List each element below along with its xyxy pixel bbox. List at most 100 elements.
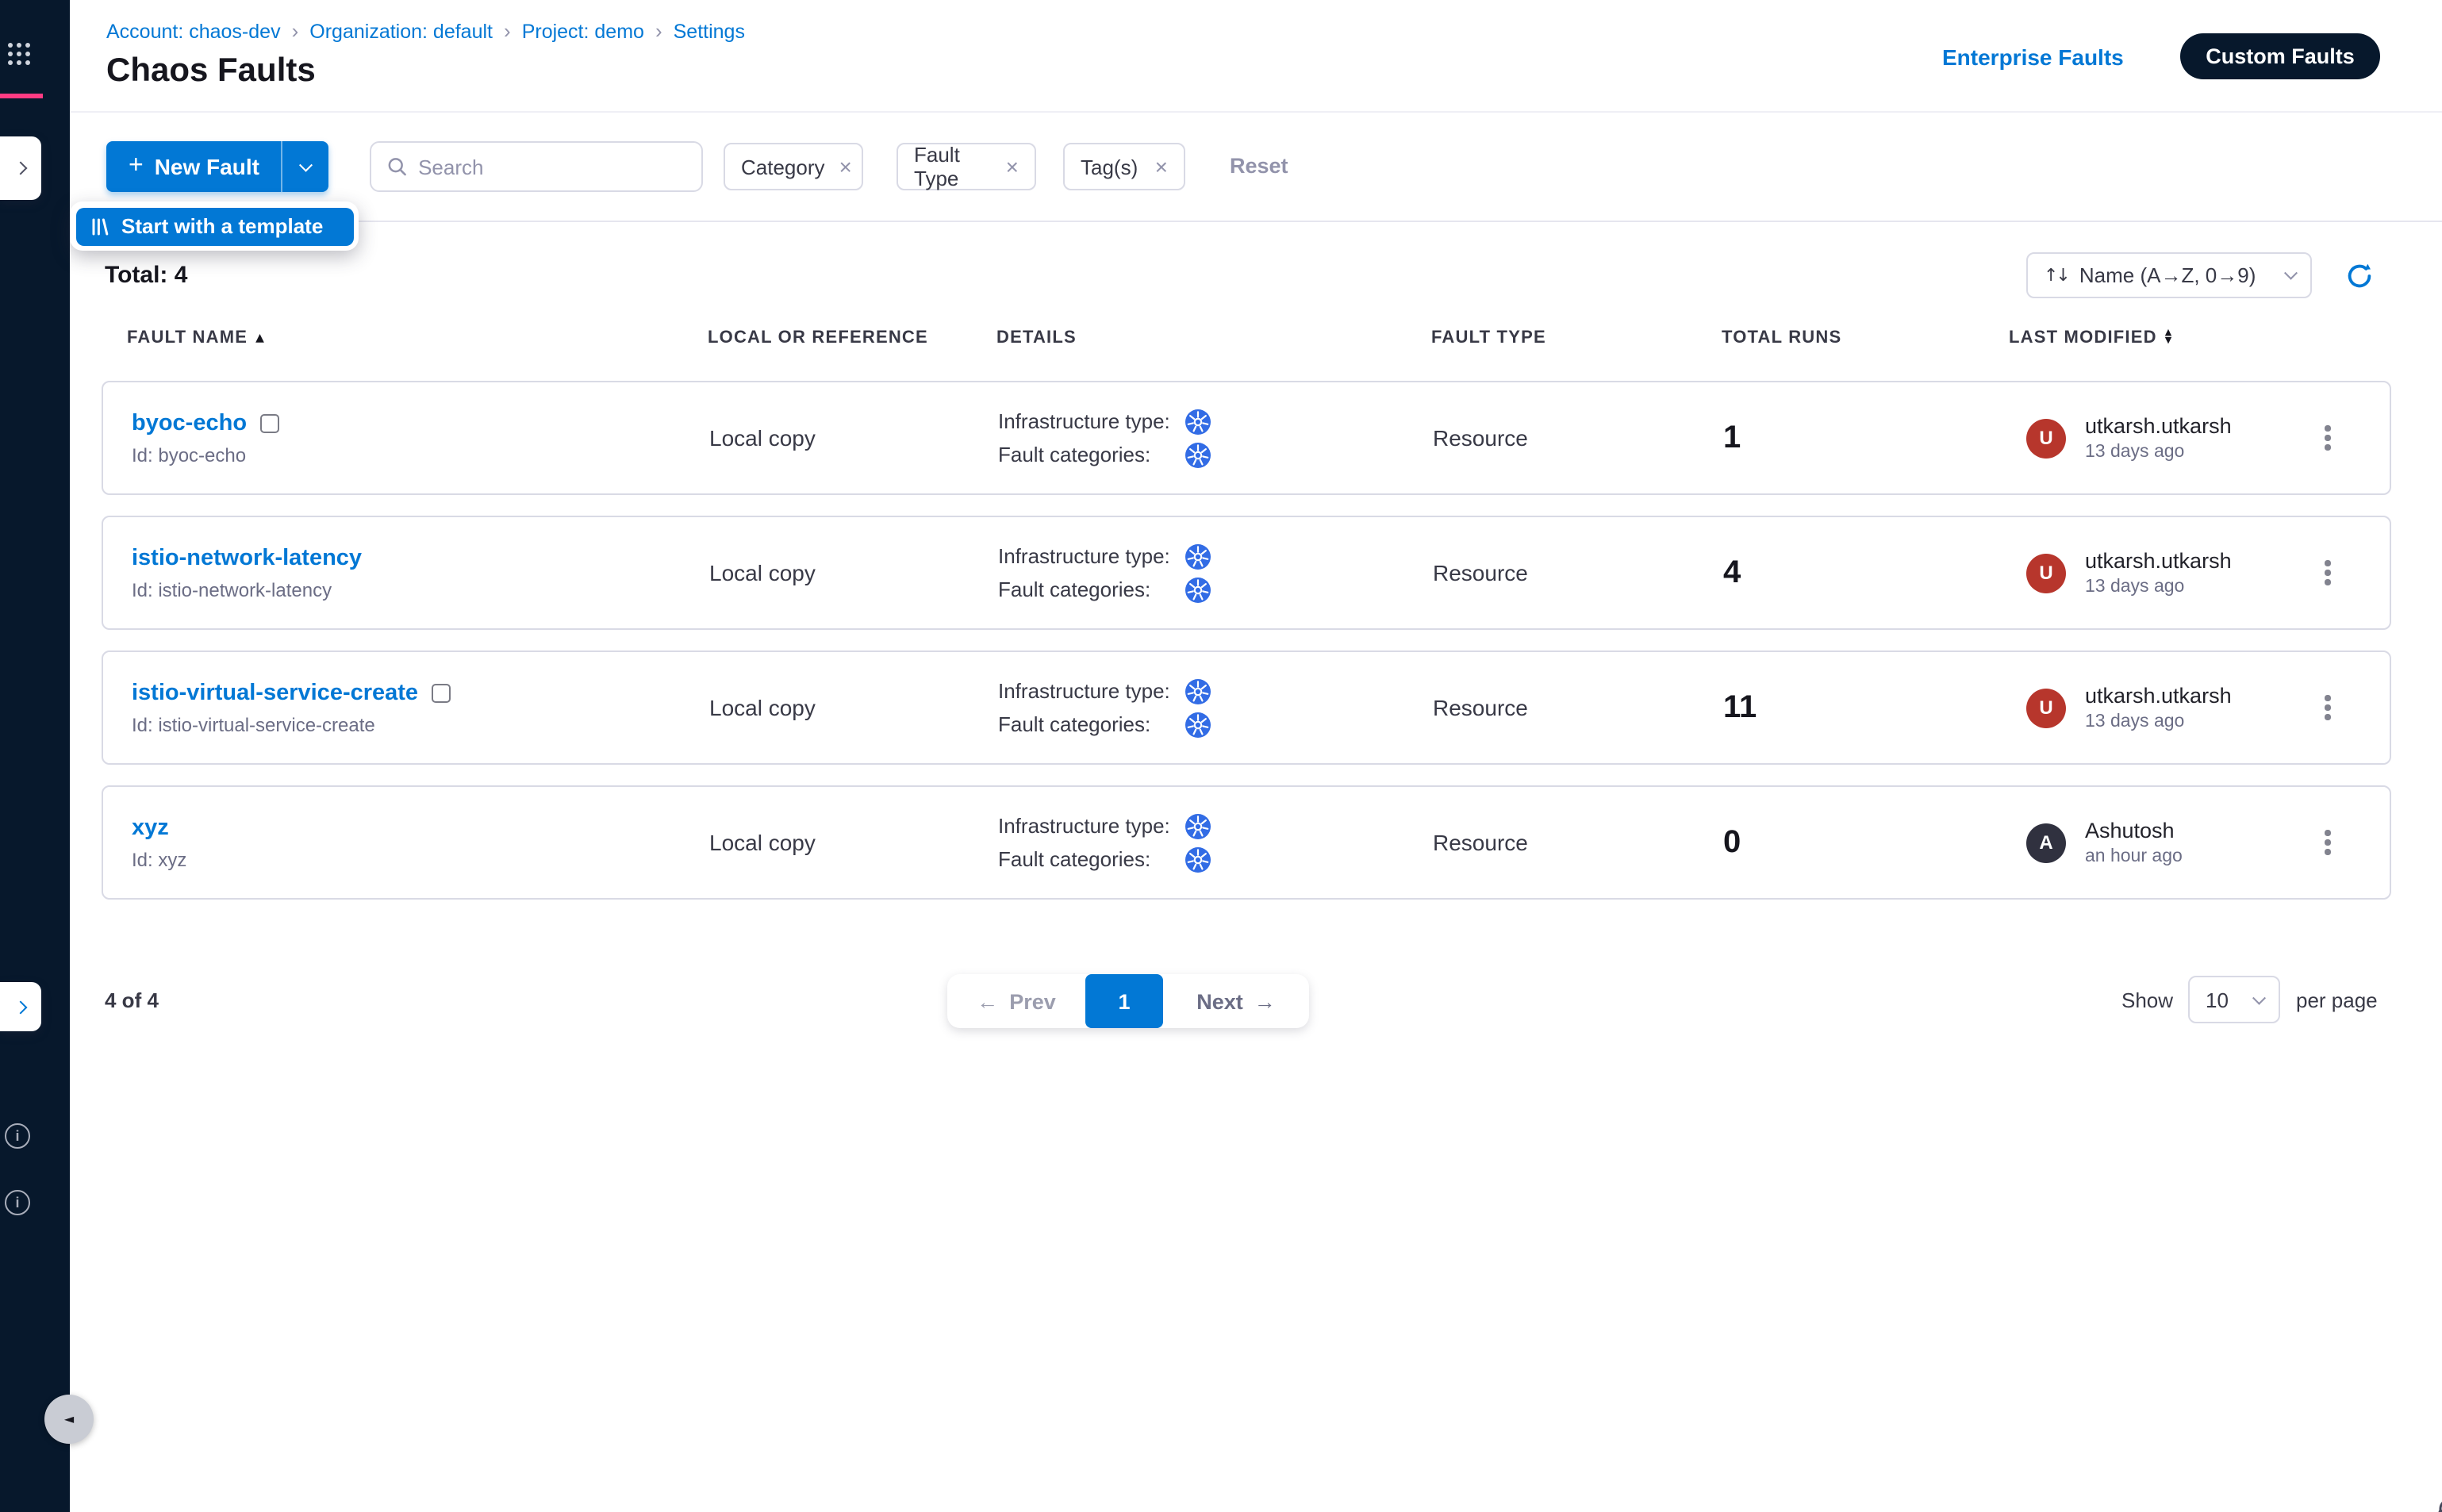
- modified-time: 13 days ago: [2085, 443, 2232, 462]
- avatar: U: [2026, 553, 2066, 593]
- breadcrumb-account-link[interactable]: Account: chaos-dev: [106, 20, 281, 42]
- info-icon[interactable]: i: [5, 1123, 30, 1149]
- pagination: ← Prev 1 Next →: [947, 974, 1309, 1028]
- row-menu-button[interactable]: [2317, 517, 2339, 628]
- kubernetes-icon: [1185, 577, 1211, 602]
- table-row: byoc-echo Id: byoc-echo Local copy Infra…: [102, 381, 2391, 495]
- row-menu-button[interactable]: [2317, 787, 2339, 898]
- fault-name-cell: xyz Id: xyz: [132, 787, 186, 898]
- modified-by-user: utkarsh.utkarsh: [2085, 684, 2232, 708]
- main-content: Account: chaos-dev › Organization: defau…: [70, 0, 2442, 1512]
- next-arrow-icon: →: [1254, 989, 1276, 1013]
- row-menu-button[interactable]: [2317, 652, 2339, 763]
- new-fault-dropdown-menu: Start with a template: [70, 201, 359, 251]
- breadcrumb-separator-icon: ›: [292, 19, 299, 43]
- fault-type-cell: Resource: [1433, 652, 1528, 763]
- column-header-details: DETAILS: [996, 328, 1077, 347]
- prev-label: Prev: [1009, 989, 1056, 1013]
- breadcrumb-separator-icon: ›: [504, 19, 511, 43]
- new-fault-main[interactable]: + New Fault: [106, 141, 282, 192]
- prev-page-button[interactable]: ← Prev: [947, 974, 1085, 1028]
- sidebar-expand-bottom-button[interactable]: [0, 982, 41, 1031]
- new-fault-button[interactable]: + New Fault: [106, 141, 329, 192]
- filter-category-chip[interactable]: Category ×: [724, 143, 863, 190]
- collapse-arrow-icon: ◄: [64, 1412, 74, 1426]
- kubernetes-icon: [1185, 678, 1211, 704]
- column-label: LOCAL OR REFERENCE: [708, 328, 928, 347]
- help-icon[interactable]: i: [5, 1190, 30, 1215]
- sidebar-expand-top-button[interactable]: [0, 136, 41, 200]
- row-menu-button[interactable]: [2317, 382, 2339, 493]
- infrastructure-type-label: Infrastructure type:: [998, 679, 1185, 703]
- fault-name-link[interactable]: istio-virtual-service-create: [132, 680, 418, 705]
- support-headset-icon[interactable]: [2434, 1493, 2442, 1512]
- toolbar-divider: [70, 221, 2442, 222]
- avatar: U: [2026, 688, 2066, 727]
- plus-icon: +: [129, 152, 144, 180]
- avatar: A: [2026, 823, 2066, 862]
- local-or-reference-cell: Local copy: [709, 517, 816, 628]
- column-label: LAST MODIFIED: [2009, 328, 2157, 347]
- new-fault-dropdown-toggle[interactable]: [282, 141, 329, 192]
- table-row: xyz Id: xyz Local copy Infrastructure ty…: [102, 785, 2391, 900]
- fault-name-cell: istio-network-latency Id: istio-network-…: [132, 517, 362, 628]
- fault-name-cell: byoc-echo Id: byoc-echo: [132, 382, 278, 493]
- kubernetes-icon: [1185, 813, 1211, 839]
- sidebar-collapse-handle[interactable]: ◄: [44, 1395, 94, 1444]
- app-window: i i ◄ Account: chaos-dev › Organization:…: [0, 0, 2442, 1512]
- header-divider: [70, 111, 2442, 113]
- sort-select[interactable]: ↑↓ Name (A→Z, 0→9): [2026, 252, 2312, 298]
- fault-name-link[interactable]: xyz: [132, 815, 169, 840]
- breadcrumb-settings-link[interactable]: Settings: [674, 20, 745, 42]
- column-header-fault-name[interactable]: FAULT NAME ▲: [127, 328, 265, 347]
- close-icon[interactable]: ×: [1155, 154, 1168, 179]
- breadcrumb-organization-link[interactable]: Organization: default: [309, 20, 493, 42]
- start-with-template-label: Start with a template: [121, 214, 323, 238]
- fault-name-link[interactable]: istio-network-latency: [132, 545, 362, 570]
- apps-grid-icon[interactable]: [6, 41, 32, 67]
- close-icon[interactable]: ×: [1006, 154, 1019, 179]
- per-page-select[interactable]: 10: [2188, 976, 2280, 1023]
- per-page-label: per page: [2296, 988, 2378, 1012]
- kubernetes-icon: [1185, 442, 1211, 467]
- sort-select-value: Name (A→Z, 0→9): [2079, 263, 2256, 287]
- next-label: Next: [1196, 989, 1243, 1013]
- start-with-template-menu-item[interactable]: Start with a template: [75, 207, 353, 245]
- breadcrumb-separator-icon: ›: [655, 19, 662, 43]
- column-label: FAULT NAME: [127, 328, 248, 347]
- filter-fault-type-chip[interactable]: Fault Type ×: [897, 143, 1036, 190]
- column-header-last-modified[interactable]: LAST MODIFIED ▲▼: [2009, 328, 2172, 347]
- column-label: DETAILS: [996, 328, 1077, 347]
- fault-name-link[interactable]: byoc-echo: [132, 410, 247, 436]
- fault-categories-label: Fault categories:: [998, 443, 1185, 466]
- modified-by-user: utkarsh.utkarsh: [2085, 414, 2232, 438]
- close-icon[interactable]: ×: [839, 154, 852, 179]
- breadcrumb-project-link[interactable]: Project: demo: [522, 20, 644, 42]
- infrastructure-type-label: Infrastructure type:: [998, 409, 1185, 433]
- fault-name-cell: istio-virtual-service-create Id: istio-v…: [132, 652, 450, 763]
- filter-category-label: Category: [741, 155, 825, 178]
- last-modified-cell: A Ashutosh an hour ago: [2026, 787, 2183, 898]
- search-input[interactable]: [418, 155, 685, 178]
- page-title: Chaos Faults: [106, 52, 316, 90]
- last-modified-cell: U utkarsh.utkarsh 13 days ago: [2026, 382, 2232, 493]
- local-or-reference-cell: Local copy: [709, 652, 816, 763]
- reset-filters-button[interactable]: Reset: [1230, 154, 1288, 178]
- custom-faults-button[interactable]: Custom Faults: [2180, 33, 2380, 79]
- enterprise-faults-link[interactable]: Enterprise Faults: [1942, 44, 2124, 70]
- pagination-range-label: 4 of 4: [105, 988, 159, 1012]
- column-header-fault-type: FAULT TYPE: [1431, 328, 1546, 347]
- refresh-icon: [2345, 262, 2374, 290]
- refresh-button[interactable]: [2345, 262, 2374, 290]
- page-1-button[interactable]: 1: [1085, 974, 1163, 1028]
- sidebar-accent-bar: [0, 94, 43, 98]
- total-count-label: Total: 4: [105, 262, 187, 289]
- kubernetes-icon: [1185, 846, 1211, 872]
- column-header-local-or-reference: LOCAL OR REFERENCE: [708, 328, 928, 347]
- next-page-button[interactable]: Next →: [1163, 974, 1309, 1028]
- filter-tags-chip[interactable]: Tag(s) ×: [1063, 143, 1185, 190]
- modified-time: an hour ago: [2085, 847, 2183, 866]
- fault-list: byoc-echo Id: byoc-echo Local copy Infra…: [102, 381, 2391, 920]
- fault-type-cell: Resource: [1433, 382, 1528, 493]
- fault-categories-label: Fault categories:: [998, 847, 1185, 871]
